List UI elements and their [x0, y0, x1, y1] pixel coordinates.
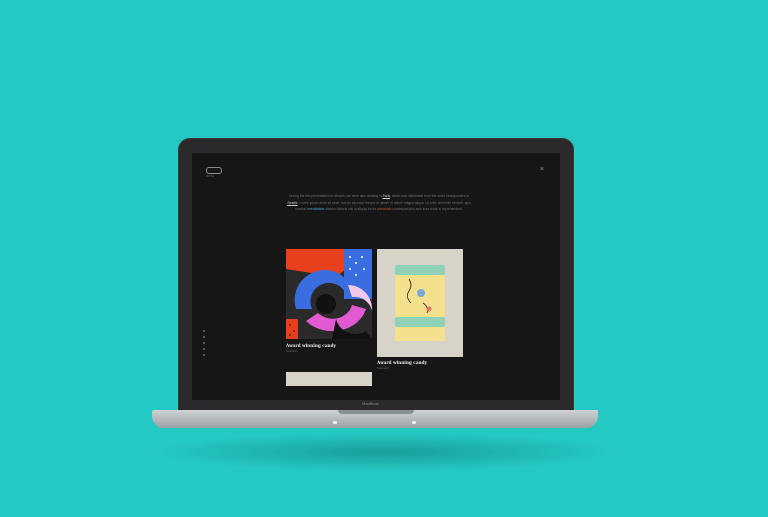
card-subtitle: Illustration	[286, 350, 298, 353]
intro-part-2: , which was distributed from the world h…	[390, 194, 469, 198]
logo-text: OPAL	[206, 174, 215, 178]
intro-part-4: ullamco laboris nisi ut aliquip ex ea	[325, 207, 377, 211]
intro-part-5: consequat duis aute irure dolor in repre…	[392, 207, 463, 211]
laptop-screen: OPAL × During the first presentation to …	[192, 153, 560, 400]
intro-link-paris[interactable]: Paris	[383, 194, 391, 198]
side-nav-dot[interactable]	[203, 354, 205, 356]
card-title[interactable]: Award winning candy	[286, 343, 336, 348]
project-card[interactable]: Award winning candy Illustration	[286, 249, 372, 353]
side-nav-dot[interactable]	[203, 348, 205, 350]
base-highlight	[412, 421, 416, 424]
project-card[interactable]: Award winning candy Illustration	[377, 249, 463, 370]
laptop-shadow	[150, 432, 618, 472]
side-nav-dot[interactable]	[203, 330, 205, 332]
intro-link-seattle[interactable]: Seattle	[287, 201, 297, 205]
logo-icon[interactable]	[206, 167, 222, 174]
intro-link-commodo[interactable]: commodo	[377, 207, 391, 211]
intro-text: During the first presentation to Munich,…	[286, 193, 472, 213]
side-nav-dot[interactable]	[203, 336, 205, 338]
card-subtitle: Illustration	[377, 367, 389, 370]
project-card-partial[interactable]	[286, 372, 372, 386]
project-artwork-abstract[interactable]	[286, 249, 372, 339]
laptop-opening-notch	[338, 410, 414, 414]
laptop-brand-label: MacBook	[362, 401, 379, 406]
base-highlight	[333, 421, 337, 424]
intro-link-exercitation[interactable]: exercitation	[307, 207, 324, 211]
card-title[interactable]: Award winning candy	[377, 360, 427, 365]
project-artwork-poster[interactable]	[377, 249, 463, 357]
side-nav-dot[interactable]	[203, 342, 205, 344]
side-nav	[203, 330, 205, 356]
laptop-lid: OPAL × During the first presentation to …	[178, 138, 574, 412]
close-icon[interactable]: ×	[538, 166, 546, 174]
intro-part-1: During the first presentation to Munich,…	[289, 194, 382, 198]
